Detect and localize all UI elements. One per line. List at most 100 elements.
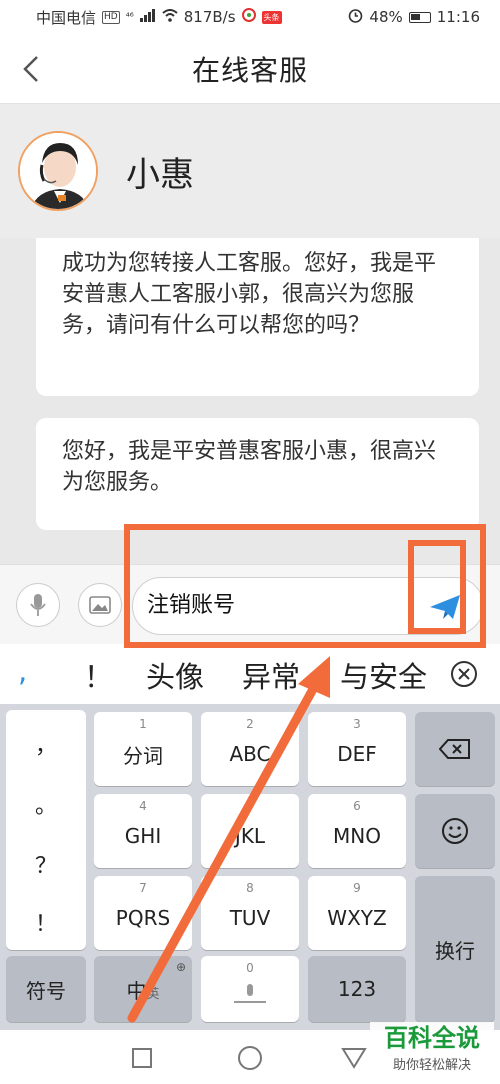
key-8[interactable]: 8 TUV: [201, 876, 299, 950]
key-number: 5: [246, 799, 254, 813]
watermark-title: 百科全说: [384, 1024, 480, 1052]
punct-key[interactable]: ，: [6, 728, 86, 760]
battery-percent: 48%: [369, 8, 403, 26]
image-icon: [89, 596, 111, 614]
signal-icon: [139, 8, 156, 26]
back-nav-button[interactable]: [340, 1046, 368, 1070]
watermark-subtitle: 助你轻松解决: [392, 1058, 471, 1073]
punct-key[interactable]: ？: [6, 848, 86, 880]
circle-icon: [238, 1046, 262, 1070]
key-9[interactable]: 9 WXYZ: [308, 876, 406, 950]
chevron-left-icon: [23, 56, 38, 82]
candidate-item[interactable]: 头像: [146, 654, 204, 696]
symbols-key[interactable]: 符号: [6, 956, 86, 1022]
key-label: 123: [337, 977, 377, 1001]
home-button[interactable]: [236, 1044, 264, 1072]
status-bar: 中国电信 HD ⁴⁶ 817B/s 头条 48% 11:16: [0, 0, 500, 34]
backspace-key[interactable]: [415, 712, 495, 786]
punctuation-column: ， 。 ？ ！: [6, 710, 86, 950]
candidate-item[interactable]: 与安全: [340, 654, 434, 696]
microphone-icon: [30, 594, 46, 616]
agent-card: 小惠: [0, 104, 500, 238]
key-number: 0: [246, 961, 254, 975]
backspace-icon: [439, 739, 470, 759]
candidate-item[interactable]: ,: [18, 654, 27, 688]
keyboard: ， 。 ？ ！ 1 分词 2 ABC 3 DEF 4 GHI 5 JKL 6 MNO 7 PQ…: [0, 704, 500, 1030]
key-number: 3: [353, 717, 361, 731]
message-bubble: 成功为您转接人工客服。您好，我是平安普惠人工客服小郭，很高兴为您服务，请问有什么…: [36, 238, 479, 396]
key-label: 分词: [123, 743, 163, 768]
message-text: 您好，我是平安普惠客服小惠，很高兴为您服务。: [62, 439, 437, 495]
microphone-icon: [234, 984, 266, 1003]
recent-apps-button[interactable]: [130, 1046, 154, 1070]
message-text: 成功为您转接人工客服。您好，我是平安普惠人工客服小郭，很高兴为您服务，请问有什么…: [62, 251, 437, 338]
globe-icon: ⊕: [175, 960, 186, 974]
language-switch-key[interactable]: ⊕ 中英: [94, 956, 192, 1022]
key-7[interactable]: 7 PQRS: [94, 876, 192, 950]
punct-key[interactable]: 。: [6, 788, 86, 820]
key-label: ABC: [229, 742, 271, 766]
key-label: WXYZ: [327, 906, 387, 930]
key-number: 1: [139, 717, 147, 731]
numbers-key[interactable]: 123: [308, 956, 406, 1022]
key-6[interactable]: 6 MNO: [308, 794, 406, 868]
key-number: 8: [246, 881, 254, 895]
key-number: 2: [246, 717, 254, 731]
watermark-logo: 百科全说 助你轻松解决: [370, 1022, 494, 1080]
image-button[interactable]: [78, 583, 122, 627]
candidate-item[interactable]: ！: [84, 654, 113, 696]
voice-button[interactable]: [16, 583, 60, 627]
key-label: 换行: [435, 938, 475, 963]
agent-name: 小惠: [126, 154, 194, 195]
enter-key[interactable]: 换行: [415, 876, 495, 1022]
key-number: 9: [353, 881, 361, 895]
key-5[interactable]: 5 JKL: [201, 794, 299, 868]
key-3[interactable]: 3 DEF: [308, 712, 406, 786]
key-4[interactable]: 4 GHI: [94, 794, 192, 868]
network-label: ⁴⁶: [125, 11, 134, 23]
emoji-key[interactable]: [415, 794, 495, 868]
agent-avatar: [18, 131, 98, 211]
space-key[interactable]: 0: [201, 956, 299, 1022]
key-1[interactable]: 1 分词: [94, 712, 192, 786]
message-bubble: 您好，我是平安普惠客服小惠，很高兴为您服务。: [36, 418, 479, 530]
close-circle-icon: [451, 661, 477, 687]
chat-area[interactable]: 成功为您转接人工客服。您好，我是平安普惠人工客服小郭，很高兴为您服务，请问有什么…: [0, 238, 500, 564]
wifi-icon: [162, 8, 178, 26]
back-button[interactable]: [14, 52, 48, 86]
input-bar: 注销账号: [0, 564, 500, 644]
toutiao-badge: 头条: [261, 10, 282, 24]
battery-icon: [408, 11, 431, 23]
lang-secondary: 英: [146, 986, 160, 1002]
send-icon: [430, 595, 460, 619]
key-label: 符号: [26, 978, 66, 1003]
key-label: PQRS: [115, 906, 171, 930]
candidate-item[interactable]: 异常: [242, 654, 300, 696]
key-number: 7: [139, 881, 147, 895]
key-2[interactable]: 2 ABC: [201, 712, 299, 786]
page-title: 在线客服: [191, 53, 308, 87]
carrier-label: 中国电信: [36, 8, 97, 27]
punct-key[interactable]: ！: [6, 906, 86, 938]
hd-badge: HD: [102, 10, 120, 24]
key-number: 4: [139, 799, 147, 813]
key-number: 6: [353, 799, 361, 813]
weibo-icon: [241, 8, 256, 26]
triangle-back-icon: [341, 1048, 367, 1069]
header-bar: 在线客服: [0, 34, 500, 104]
key-label: TUV: [229, 906, 271, 930]
square-icon: [132, 1048, 152, 1068]
smiley-icon: [442, 818, 468, 844]
send-button[interactable]: [424, 587, 466, 627]
alarm-icon: [348, 8, 363, 27]
lang-primary: 中: [126, 978, 147, 1003]
key-label: JKL: [234, 824, 266, 848]
key-label: 中英: [126, 975, 159, 1004]
net-speed: 817B/s: [183, 8, 236, 26]
key-label: DEF: [337, 742, 377, 766]
clock: 11:16: [436, 8, 480, 26]
key-label: MNO: [333, 824, 381, 848]
candidate-bar: , ！ 头像 异常 与安全: [0, 644, 500, 704]
key-label: GHI: [124, 824, 162, 848]
close-candidates-button[interactable]: [448, 658, 480, 690]
